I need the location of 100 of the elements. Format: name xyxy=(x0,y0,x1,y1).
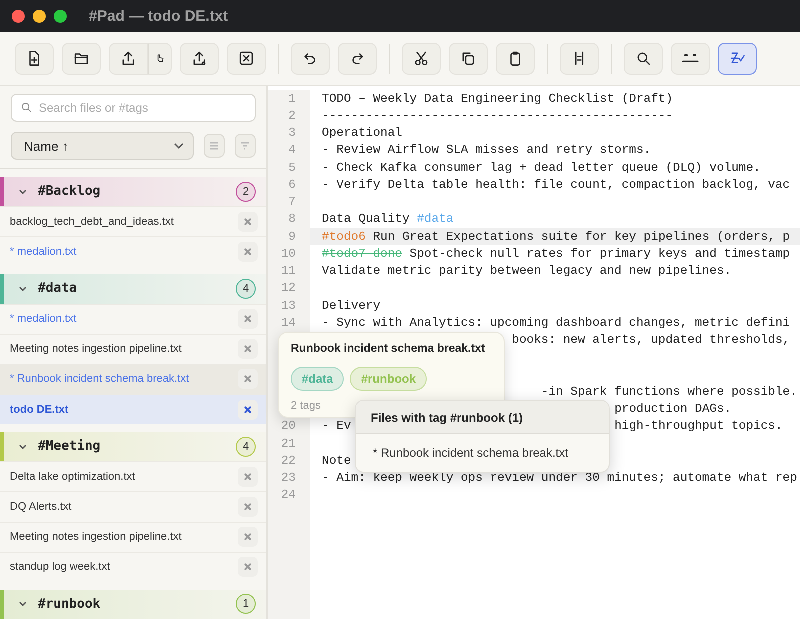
line-number: 21 xyxy=(281,436,296,451)
tag-name: #Backlog xyxy=(38,184,102,200)
copy-icon xyxy=(460,50,477,67)
line-number: 7 xyxy=(288,195,296,210)
remove-file-button[interactable] xyxy=(238,242,258,262)
line-number: 4 xyxy=(288,143,296,158)
tooltip-title: Runbook incident schema break.txt xyxy=(291,343,486,355)
code-line: Note xyxy=(322,454,352,468)
sort-dropdown[interactable]: Name ↑ xyxy=(11,132,194,160)
remove-file-button[interactable] xyxy=(238,400,258,420)
file-item[interactable]: standup log week.txt xyxy=(0,552,266,582)
line-number: 11 xyxy=(281,264,296,278)
code-line: - Review Airflow SLA misses and retry storms. xyxy=(322,143,652,158)
close-icon xyxy=(238,50,255,67)
toolbar-upload-button[interactable] xyxy=(180,42,219,74)
code-line: #todo7-done Spot-check null rates for primary keys and timestamp xyxy=(322,246,790,261)
code-line: books: new alerts, updated thresholds, xyxy=(512,333,790,348)
remove-file-button[interactable] xyxy=(238,339,258,360)
line-number: 24 xyxy=(281,488,296,502)
remove-file-button[interactable] xyxy=(238,466,258,487)
tag-group-header[interactable]: #data 4 xyxy=(0,274,266,304)
remove-file-button[interactable] xyxy=(238,309,258,330)
toolbar-cut-button[interactable] xyxy=(402,42,441,74)
close-icon xyxy=(244,406,252,414)
file-item[interactable]: * medalion.txt xyxy=(0,304,266,334)
tag-name: #runbook xyxy=(38,596,102,612)
line-number: 13 xyxy=(281,298,296,313)
file-item[interactable]: backlog_tech_debt_and_ideas.txt xyxy=(0,206,266,236)
toolbar-columns-button[interactable] xyxy=(560,42,599,74)
code-line: high-throughput topics. xyxy=(614,419,783,434)
close-icon xyxy=(244,345,252,354)
code-line: - Check Kafka consumer lag + dead letter queue (DLQ) volume. xyxy=(322,160,761,175)
line-number: 23 xyxy=(281,471,296,486)
file-count-badge: 1 xyxy=(236,594,256,614)
file-item[interactable]: Delta lake optimization.txt xyxy=(0,461,266,492)
toolbar-folder-button[interactable] xyxy=(62,42,101,74)
toolbar-paste-button[interactable] xyxy=(496,42,535,74)
toolbar-spell-button[interactable] xyxy=(718,42,757,74)
tag-group-header[interactable]: #runbook 1 xyxy=(0,590,266,619)
code-line: -in Spark functions where possible. xyxy=(541,384,798,399)
code-line: Data Quality #data xyxy=(322,212,454,226)
remove-file-button[interactable] xyxy=(238,527,258,548)
zoom-window-button[interactable] xyxy=(54,10,67,22)
line-number: 6 xyxy=(288,178,296,192)
code-line: - Sync with Analytics: upcoming dashboard changes, metric defini xyxy=(322,316,790,330)
dots-icon xyxy=(682,54,699,63)
minimize-window-button[interactable] xyxy=(33,10,46,22)
file-count-badge: 2 xyxy=(236,182,256,202)
list-icon xyxy=(209,141,220,151)
code-line: #todo6 Run Great Expectations suite for key pipelines (orders, p xyxy=(322,230,790,244)
close-window-button[interactable] xyxy=(12,10,25,22)
tag-count: 2 tags xyxy=(291,400,322,412)
file-item[interactable]: Meeting notes ingestion pipeline.txt xyxy=(0,522,266,552)
file-item[interactable]: * Runbook incident schema break.txt xyxy=(0,364,266,394)
tag-group-header[interactable]: #Meeting 4 xyxy=(0,432,266,462)
line-number: 10 xyxy=(281,246,296,261)
code-line: TODO – Weekly Data Engineering Checklist (Draft) xyxy=(322,92,674,106)
search-icon xyxy=(635,50,652,67)
search-icon xyxy=(21,102,33,114)
code-line: ------------------------------------------------ xyxy=(322,108,674,123)
upload-icon xyxy=(191,50,208,67)
close-icon xyxy=(244,218,252,226)
scissors-icon xyxy=(413,50,430,67)
tag-group-header[interactable]: #Backlog 2 xyxy=(0,177,266,206)
line-number: 8 xyxy=(288,212,296,226)
file-item[interactable]: todo DE.txt xyxy=(0,394,266,424)
close-icon xyxy=(244,315,252,324)
file-count-badge: 4 xyxy=(236,436,256,457)
code-line: production DAGs. xyxy=(614,402,732,416)
remove-file-button[interactable] xyxy=(238,496,258,517)
popup-file-item[interactable]: * Runbook incident schema break.txt xyxy=(356,434,609,472)
line-number: 5 xyxy=(288,160,296,175)
export-button[interactable] xyxy=(109,42,148,74)
file-item[interactable]: DQ Alerts.txt xyxy=(0,491,266,522)
code-line: - Aim: keep weekly ops review under 30 minutes; automate what rep xyxy=(322,471,798,486)
code-line: Delivery xyxy=(322,298,381,313)
popup-title: Files with tag #runbook (1) xyxy=(356,401,609,434)
toolbar-new-file-button[interactable] xyxy=(15,42,54,74)
line-number: 9 xyxy=(288,230,296,244)
code-line: Validate metric parity between legacy and new pipelines. xyxy=(322,264,732,278)
line-number: 3 xyxy=(288,126,296,140)
toolbar-dots-button[interactable] xyxy=(671,42,710,74)
remove-file-button[interactable] xyxy=(238,212,258,232)
close-icon xyxy=(244,563,252,572)
toolbar-search-button[interactable] xyxy=(624,42,663,74)
line-number: 12 xyxy=(281,281,296,296)
file-count-badge: 4 xyxy=(236,278,256,299)
line-number: 1 xyxy=(288,92,296,106)
toolbar-undo-button[interactable] xyxy=(291,42,330,74)
code-line: - Ev xyxy=(322,419,352,434)
close-icon xyxy=(244,472,252,481)
file-item[interactable]: * medalion.txt xyxy=(0,236,266,266)
toolbar-close-box-button[interactable] xyxy=(227,42,266,74)
remove-file-button[interactable] xyxy=(238,557,258,578)
tag-name: #data xyxy=(38,281,78,296)
search-field[interactable]: Search files or #tags xyxy=(11,94,256,122)
toolbar-redo-button[interactable] xyxy=(338,42,377,74)
toolbar-copy-button[interactable] xyxy=(449,42,488,74)
code-line: Operational xyxy=(322,126,402,140)
code-line: - Verify Delta table health: file count, compaction backlog, vac xyxy=(322,178,790,192)
